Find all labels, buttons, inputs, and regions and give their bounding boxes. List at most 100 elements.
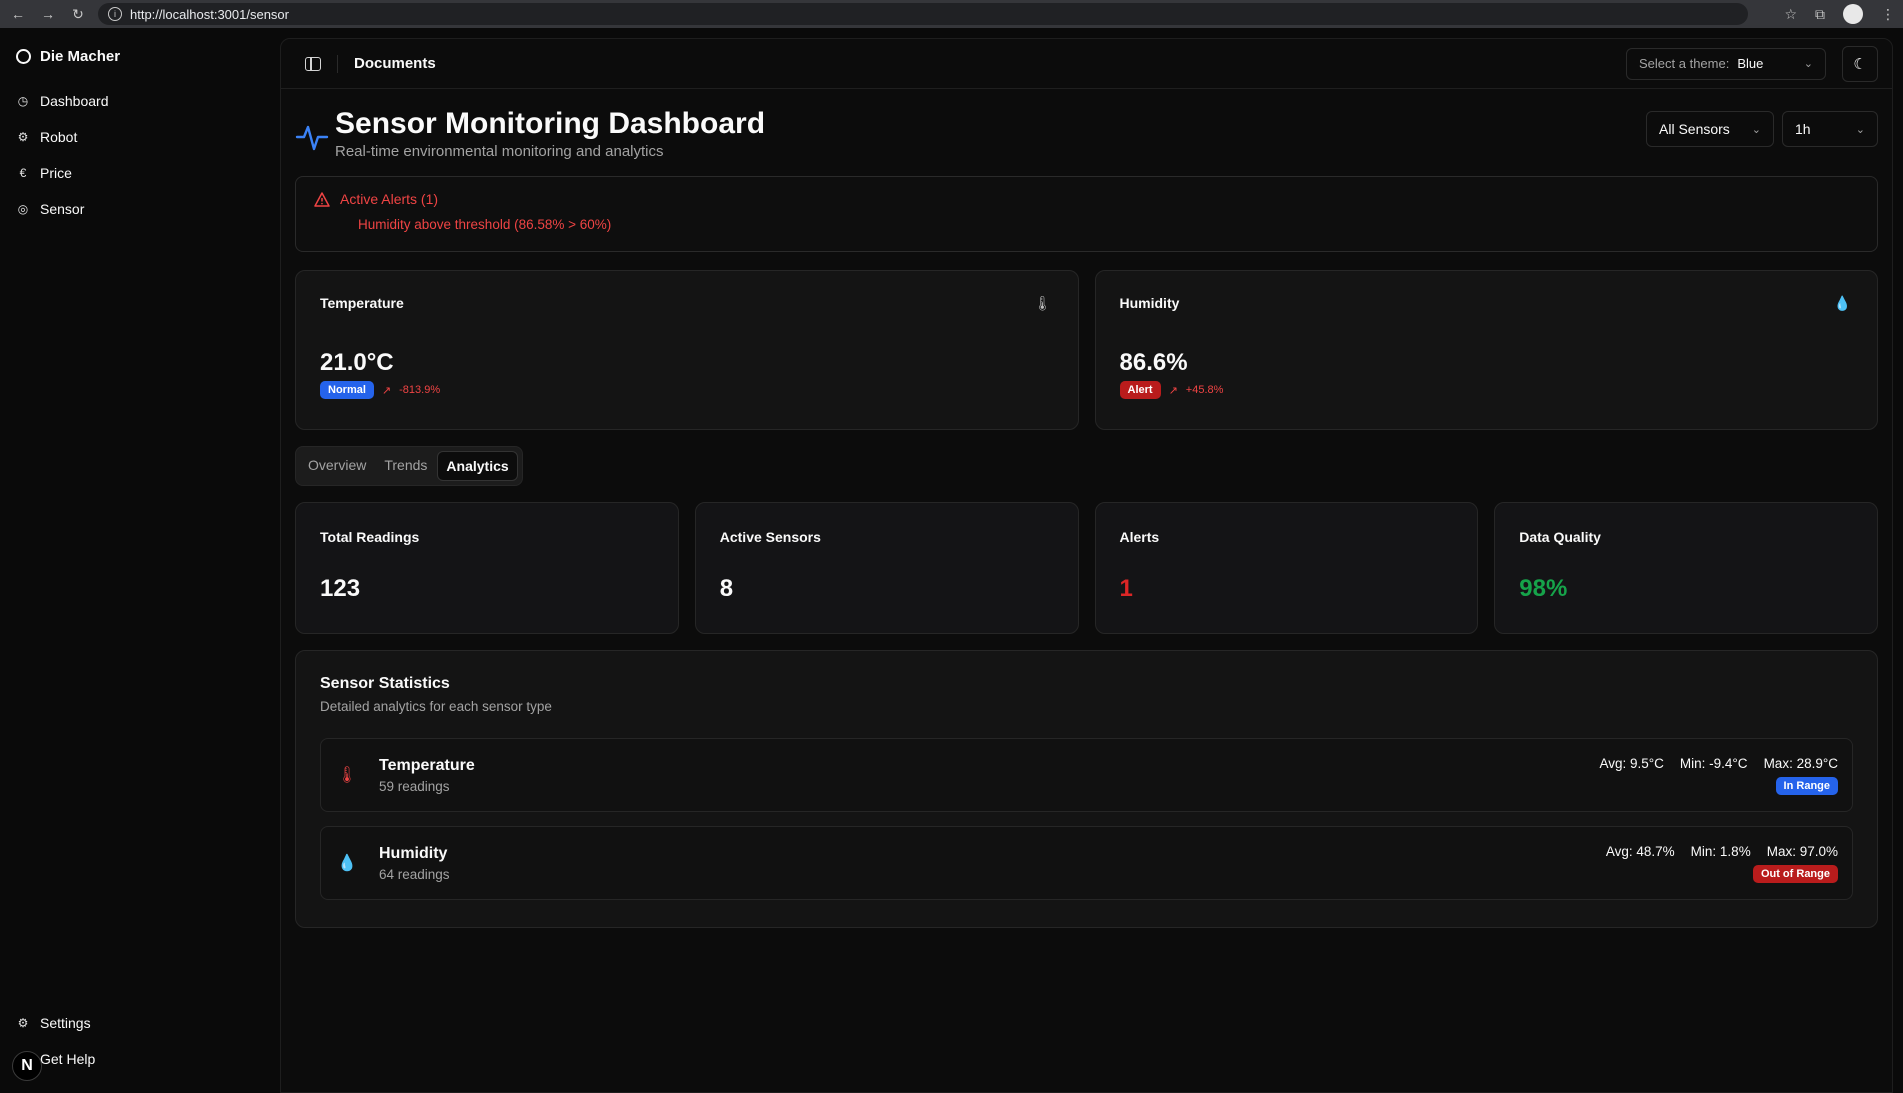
- sidebar-item-get-help[interactable]: ? Get Help: [14, 1041, 266, 1077]
- brand-name: Die Macher: [40, 48, 121, 65]
- sensor-stat-row-temperature: 🌡 Temperature 59 readings Avg: 9.5°C Min…: [320, 738, 1853, 812]
- stat-label: Data Quality: [1519, 529, 1601, 545]
- sensor-filter-select[interactable]: All Sensors ⌄: [1646, 111, 1774, 147]
- alert-message: Humidity above threshold (86.58% > 60%): [358, 217, 612, 232]
- robot-icon: ⚙: [17, 130, 29, 144]
- time-range-select[interactable]: 1h ⌄: [1782, 111, 1878, 147]
- moon-icon: ☾: [1853, 55, 1867, 73]
- data-quality-card: Data Quality 98%: [1494, 502, 1878, 634]
- thermometer-icon: 🌡: [336, 767, 358, 784]
- avg-value: Avg: 48.7%: [1605, 843, 1675, 859]
- min-value: Min: 1.8%: [1690, 843, 1751, 859]
- euro-icon: €: [19, 166, 27, 180]
- sidebar-item-label: Robot: [40, 129, 78, 145]
- sensor-name: Temperature: [379, 756, 475, 774]
- profile-avatar[interactable]: [1843, 4, 1863, 24]
- sidebar-item-settings[interactable]: ⚙ Settings: [14, 1005, 266, 1041]
- active-sensors-card: Active Sensors 8: [694, 502, 1079, 634]
- sensor-filter-value: All Sensors: [1659, 121, 1730, 137]
- humidity-metric-card: Humidity 💧 86.6% Alert ↗ +45.8%: [1094, 270, 1878, 430]
- main-panel: Documents Select a theme: Blue ⌄ ☾ Senso…: [280, 38, 1893, 1093]
- tab-trends[interactable]: Trends: [376, 451, 435, 481]
- back-icon[interactable]: ←: [8, 4, 28, 24]
- page-subtitle: Real-time environmental monitoring and a…: [335, 143, 664, 160]
- stat-label: Alerts: [1119, 529, 1160, 545]
- tab-overview[interactable]: Overview: [300, 451, 374, 481]
- gear-icon: ⚙: [17, 1016, 29, 1030]
- status-badge: Normal: [320, 381, 374, 399]
- range-status-badge: Out of Range: [1752, 864, 1838, 883]
- topbar: Documents Select a theme: Blue ⌄ ☾: [281, 39, 1892, 89]
- dashboard-icon: ◷: [17, 94, 29, 108]
- sidebar-item-label: Price: [40, 165, 72, 181]
- thermometer-icon: 🌡: [1033, 295, 1052, 311]
- sidebar-item-robot[interactable]: ⚙ Robot: [14, 119, 266, 155]
- nextjs-badge[interactable]: N: [12, 1051, 42, 1081]
- activity-icon: [295, 125, 329, 151]
- metric-value: 21.0°C: [320, 349, 394, 376]
- sidebar-item-label: Sensor: [40, 201, 85, 217]
- stat-value: 123: [320, 575, 361, 602]
- panel-subtitle: Detailed analytics for each sensor type: [320, 699, 552, 714]
- tab-analytics[interactable]: Analytics: [437, 451, 518, 481]
- trend-value: +45.8%: [1185, 384, 1224, 396]
- min-value: Min: -9.4°C: [1679, 755, 1748, 771]
- theme-select-label: Select a theme:: [1639, 56, 1730, 71]
- time-range-value: 1h: [1795, 121, 1811, 137]
- chevron-down-icon: ⌄: [1751, 123, 1761, 136]
- warning-icon: [314, 191, 330, 207]
- sensor-stat-row-humidity: 💧 Humidity 64 readings Avg: 48.7% Min: 1…: [320, 826, 1853, 900]
- alerts-title: Active Alerts (1): [340, 191, 439, 207]
- metric-label: Humidity: [1119, 295, 1180, 311]
- theme-select-value: Blue: [1737, 56, 1764, 71]
- divider: [337, 54, 338, 73]
- url-text: http://localhost:3001/sensor: [130, 6, 289, 22]
- sidebar-toggle-icon[interactable]: [305, 56, 321, 71]
- droplets-icon: 💧: [337, 855, 357, 872]
- theme-select[interactable]: Select a theme: Blue ⌄: [1626, 47, 1826, 80]
- sidebar-item-dashboard[interactable]: ◷ Dashboard: [14, 83, 266, 119]
- stat-value: 98%: [1519, 575, 1568, 602]
- sensor-name: Humidity: [379, 844, 448, 862]
- metric-label: Temperature: [320, 295, 404, 311]
- stat-value: 1: [1119, 575, 1133, 602]
- chevron-down-icon: ⌄: [1855, 123, 1865, 136]
- panel-title: Sensor Statistics: [320, 675, 450, 692]
- sidebar-item-sensor[interactable]: ◎ Sensor: [14, 191, 266, 227]
- trend-value: -813.9%: [399, 384, 441, 396]
- address-bar[interactable]: i http://localhost:3001/sensor: [98, 3, 1748, 25]
- trend-icon: ↗: [381, 384, 392, 397]
- sidebar-item-label: Get Help: [40, 1051, 96, 1067]
- max-value: Max: 97.0%: [1766, 843, 1838, 859]
- stat-value: 8: [719, 575, 734, 602]
- brand[interactable]: Die Macher: [14, 38, 266, 83]
- sidebar-item-label: Settings: [40, 1015, 91, 1031]
- reload-icon[interactable]: ↻: [68, 4, 88, 24]
- stat-label: Active Sensors: [719, 529, 821, 545]
- browser-menu-icon[interactable]: ⋮: [1881, 6, 1895, 23]
- sensor-readings-count: 64 readings: [379, 866, 450, 882]
- sidebar: Die Macher ◷ Dashboard ⚙ Robot € Price ◎…: [0, 28, 280, 1093]
- total-readings-card: Total Readings 123: [295, 502, 679, 634]
- forward-icon[interactable]: →: [38, 4, 58, 24]
- droplets-icon: 💧: [1833, 295, 1851, 311]
- trend-icon: ↗: [1168, 384, 1178, 397]
- bookmark-star-icon[interactable]: ☆: [1784, 6, 1797, 23]
- view-tabs: Overview Trends Analytics: [295, 446, 523, 486]
- status-badge: Alert: [1119, 381, 1161, 399]
- temperature-metric-card: Temperature 🌡 21.0°C Normal ↗ -813.9%: [295, 270, 1079, 430]
- sensor-statistics-panel: Sensor Statistics Detailed analytics for…: [295, 650, 1878, 928]
- range-status-badge: In Range: [1775, 776, 1838, 795]
- active-alerts-panel: Active Alerts (1) Humidity above thresho…: [295, 176, 1878, 252]
- sensor-icon: ◎: [17, 202, 29, 216]
- alerts-count-card: Alerts 1: [1094, 502, 1479, 634]
- dark-mode-toggle-button[interactable]: ☾: [1842, 45, 1878, 82]
- sensor-readings-count: 59 readings: [379, 778, 450, 794]
- sidebar-item-price[interactable]: € Price: [14, 155, 266, 191]
- browser-toolbar: ← → ↻ i http://localhost:3001/sensor ☆ ⧉…: [0, 0, 1903, 28]
- site-info-icon[interactable]: i: [108, 7, 122, 21]
- extensions-icon[interactable]: ⧉: [1815, 6, 1825, 23]
- brand-logo-icon: [16, 49, 31, 64]
- sidebar-item-label: Dashboard: [40, 93, 109, 109]
- max-value: Max: 28.9°C: [1763, 755, 1838, 771]
